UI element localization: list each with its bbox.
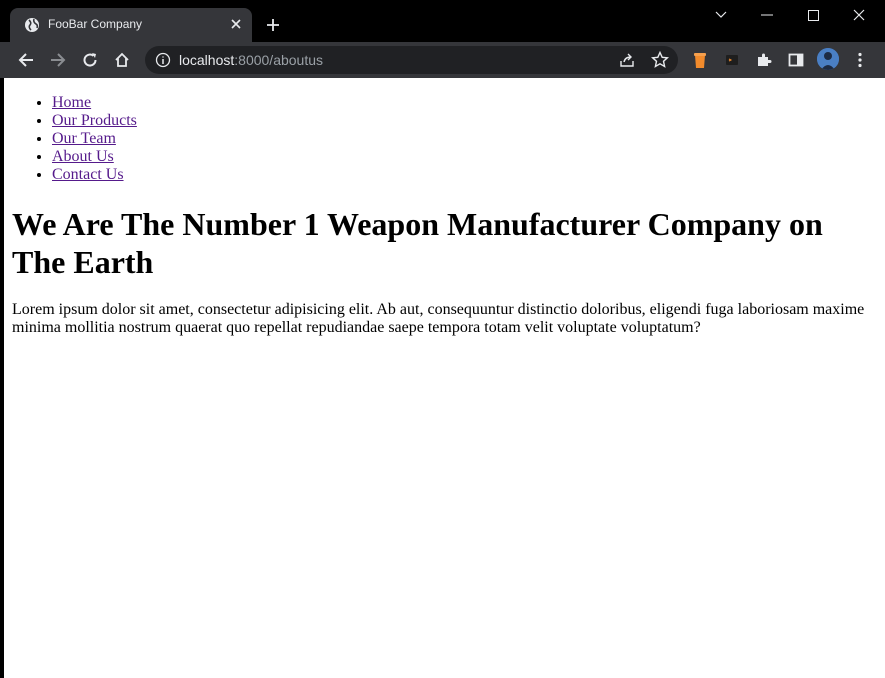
extension-dark-icon xyxy=(726,55,738,65)
browser-menu-button[interactable] xyxy=(846,46,874,74)
maximize-icon xyxy=(807,9,819,21)
nav-item: Our Team xyxy=(52,130,137,148)
close-icon xyxy=(231,19,241,29)
address-bar[interactable]: localhost:8000/aboutus xyxy=(145,46,678,74)
site-nav: Home Our Products Our Team About Us Cont… xyxy=(4,94,137,184)
arrow-right-icon xyxy=(51,53,66,67)
plus-icon xyxy=(267,19,279,31)
arrow-left-icon xyxy=(18,53,33,67)
address-url: localhost:8000/aboutus xyxy=(179,52,323,68)
nav-link-about-us[interactable]: About Us xyxy=(52,148,114,165)
side-panel-icon xyxy=(788,53,804,67)
nav-item: Our Products xyxy=(52,112,137,130)
chevron-down-icon xyxy=(715,11,727,18)
profile-avatar[interactable] xyxy=(817,48,839,70)
page-heading: We Are The Number 1 Weapon Manufacturer … xyxy=(12,206,823,280)
back-button[interactable] xyxy=(12,46,40,74)
maximize-button[interactable] xyxy=(790,0,836,30)
page-viewport: Home Our Products Our Team About Us Cont… xyxy=(4,78,885,678)
url-path: :8000/aboutus xyxy=(234,52,324,68)
home-icon xyxy=(115,52,129,67)
browser-toolbar: localhost:8000/aboutus xyxy=(0,42,885,78)
minimize-icon xyxy=(761,14,773,16)
puzzle-icon xyxy=(758,53,772,66)
nav-item: About Us xyxy=(52,148,137,166)
bookmark-star-icon[interactable] xyxy=(651,51,669,69)
home-button[interactable] xyxy=(108,46,136,74)
extensions-menu-button[interactable] xyxy=(750,46,778,74)
tab-title: FooBar Company xyxy=(48,17,143,31)
close-tab-button[interactable] xyxy=(226,14,246,34)
close-window-button[interactable] xyxy=(836,0,882,30)
close-icon xyxy=(853,9,865,21)
extension-orange-icon xyxy=(694,53,706,68)
page-paragraph: Lorem ipsum dolor sit amet, consectetur … xyxy=(12,301,865,336)
extension-button[interactable] xyxy=(718,46,746,74)
nav-link-home[interactable]: Home xyxy=(52,94,91,111)
globe-icon xyxy=(25,18,39,32)
tab-strip: FooBar Company xyxy=(0,0,885,42)
info-icon[interactable] xyxy=(155,52,171,68)
nav-link-our-products[interactable]: Our Products xyxy=(52,112,137,129)
url-host: localhost xyxy=(179,52,235,68)
more-vertical-icon xyxy=(858,52,862,68)
extension-button[interactable] xyxy=(686,46,714,74)
share-icon[interactable] xyxy=(619,52,635,68)
nav-item: Contact Us xyxy=(52,166,137,184)
avatar-person-icon xyxy=(817,48,839,70)
nav-item: Home xyxy=(52,94,137,112)
tab-search-button[interactable] xyxy=(698,0,744,30)
side-panel-button[interactable] xyxy=(782,46,810,74)
forward-button[interactable] xyxy=(44,46,72,74)
reload-icon xyxy=(83,53,97,67)
browser-tab[interactable]: FooBar Company xyxy=(10,8,252,42)
nav-link-our-team[interactable]: Our Team xyxy=(52,130,116,147)
nav-link-contact-us[interactable]: Contact Us xyxy=(52,166,124,183)
reload-button[interactable] xyxy=(76,46,104,74)
new-tab-button[interactable] xyxy=(262,14,284,36)
minimize-button[interactable] xyxy=(744,0,790,30)
